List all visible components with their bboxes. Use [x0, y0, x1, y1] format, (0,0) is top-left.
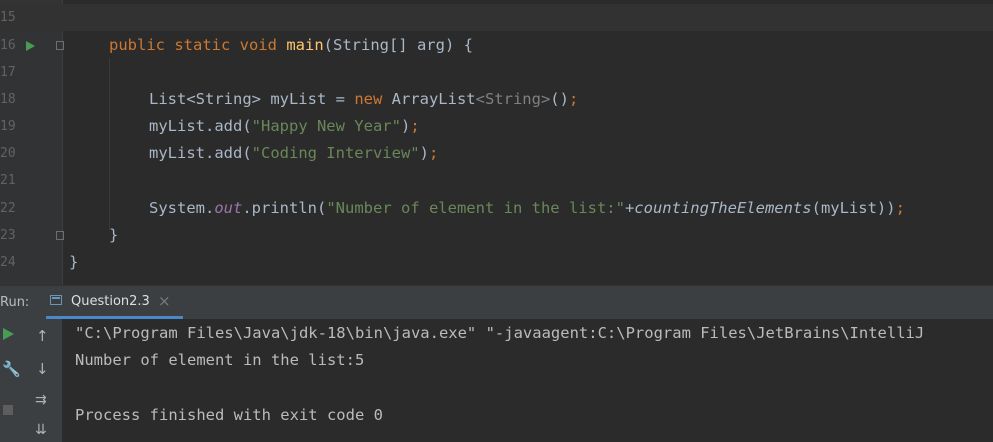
- tab-question2-3[interactable]: Question2.3 ×: [46, 286, 183, 319]
- code-line-23[interactable]: 23 }: [0, 222, 993, 249]
- console-line: Process finished with exit code 0: [75, 406, 383, 424]
- console-toolbar: 🔧 ↑ ↓ ⇉ ⇊: [0, 319, 62, 442]
- play-icon[interactable]: [3, 328, 14, 340]
- line-number: 18: [0, 92, 16, 107]
- code-line-16[interactable]: 16 public static void main(String[] arg)…: [0, 32, 993, 59]
- arrow-down-icon[interactable]: ↓: [36, 360, 49, 378]
- code-text: }: [69, 253, 79, 271]
- console-line: "C:\Program Files\Java\jdk-18\bin\java.e…: [75, 324, 925, 342]
- code-text: }: [109, 226, 119, 244]
- console-line: Number of element in the list:5: [75, 351, 365, 369]
- wrench-icon[interactable]: 🔧: [2, 360, 21, 378]
- code-line-19[interactable]: 19 myList.add("Happy New Year");: [0, 113, 993, 140]
- code-line-21[interactable]: 21: [0, 167, 993, 194]
- stop-icon[interactable]: [3, 405, 13, 415]
- console-output[interactable]: 🔧 ↑ ↓ ⇉ ⇊ "C:\Program Files\Java\jdk-18\…: [0, 319, 993, 442]
- line-number: 15: [0, 10, 16, 25]
- code-text: List<String> myList = new ArrayList<Stri…: [149, 90, 579, 108]
- run-gutter-icon[interactable]: [26, 41, 35, 51]
- code-text: myList.add("Coding Interview");: [149, 144, 439, 162]
- line-number: 23: [0, 228, 16, 243]
- code-editor[interactable]: 15 16 public static void main(String[] a…: [0, 0, 993, 285]
- code-text: myList.add("Happy New Year");: [149, 117, 420, 135]
- fold-icon[interactable]: [56, 231, 64, 240]
- code-line-24[interactable]: 24 }: [0, 249, 993, 276]
- fold-icon[interactable]: [56, 41, 64, 50]
- line-number: 22: [0, 201, 16, 216]
- line-number: 21: [0, 173, 16, 188]
- code-line-17[interactable]: 17: [0, 59, 993, 86]
- line-number: 24: [0, 255, 16, 270]
- console-icon: [50, 295, 62, 305]
- run-label: Run:: [0, 295, 30, 310]
- code-line-18[interactable]: 18 List<String> myList = new ArrayList<S…: [0, 86, 993, 113]
- close-icon[interactable]: ×: [158, 292, 171, 310]
- line-number: 17: [0, 65, 16, 80]
- line-number: 19: [0, 119, 16, 134]
- tab-label: Question2.3: [71, 294, 150, 309]
- scroll-to-end-icon[interactable]: ⇊: [35, 422, 47, 438]
- soft-wrap-icon[interactable]: ⇉: [35, 392, 47, 408]
- code-text: System.out.println("Number of element in…: [149, 199, 905, 217]
- code-text: public static void main(String[] arg) {: [109, 36, 473, 54]
- run-panel-header: Run: Question2.3 ×: [0, 285, 993, 319]
- line-number: 20: [0, 146, 16, 161]
- line-number: 16: [0, 38, 16, 53]
- arrow-up-icon[interactable]: ↑: [36, 327, 49, 345]
- code-line-20[interactable]: 20 myList.add("Coding Interview");: [0, 140, 993, 167]
- code-line-15[interactable]: 15: [0, 4, 993, 31]
- code-line-22[interactable]: 22 System.out.println("Number of element…: [0, 195, 993, 222]
